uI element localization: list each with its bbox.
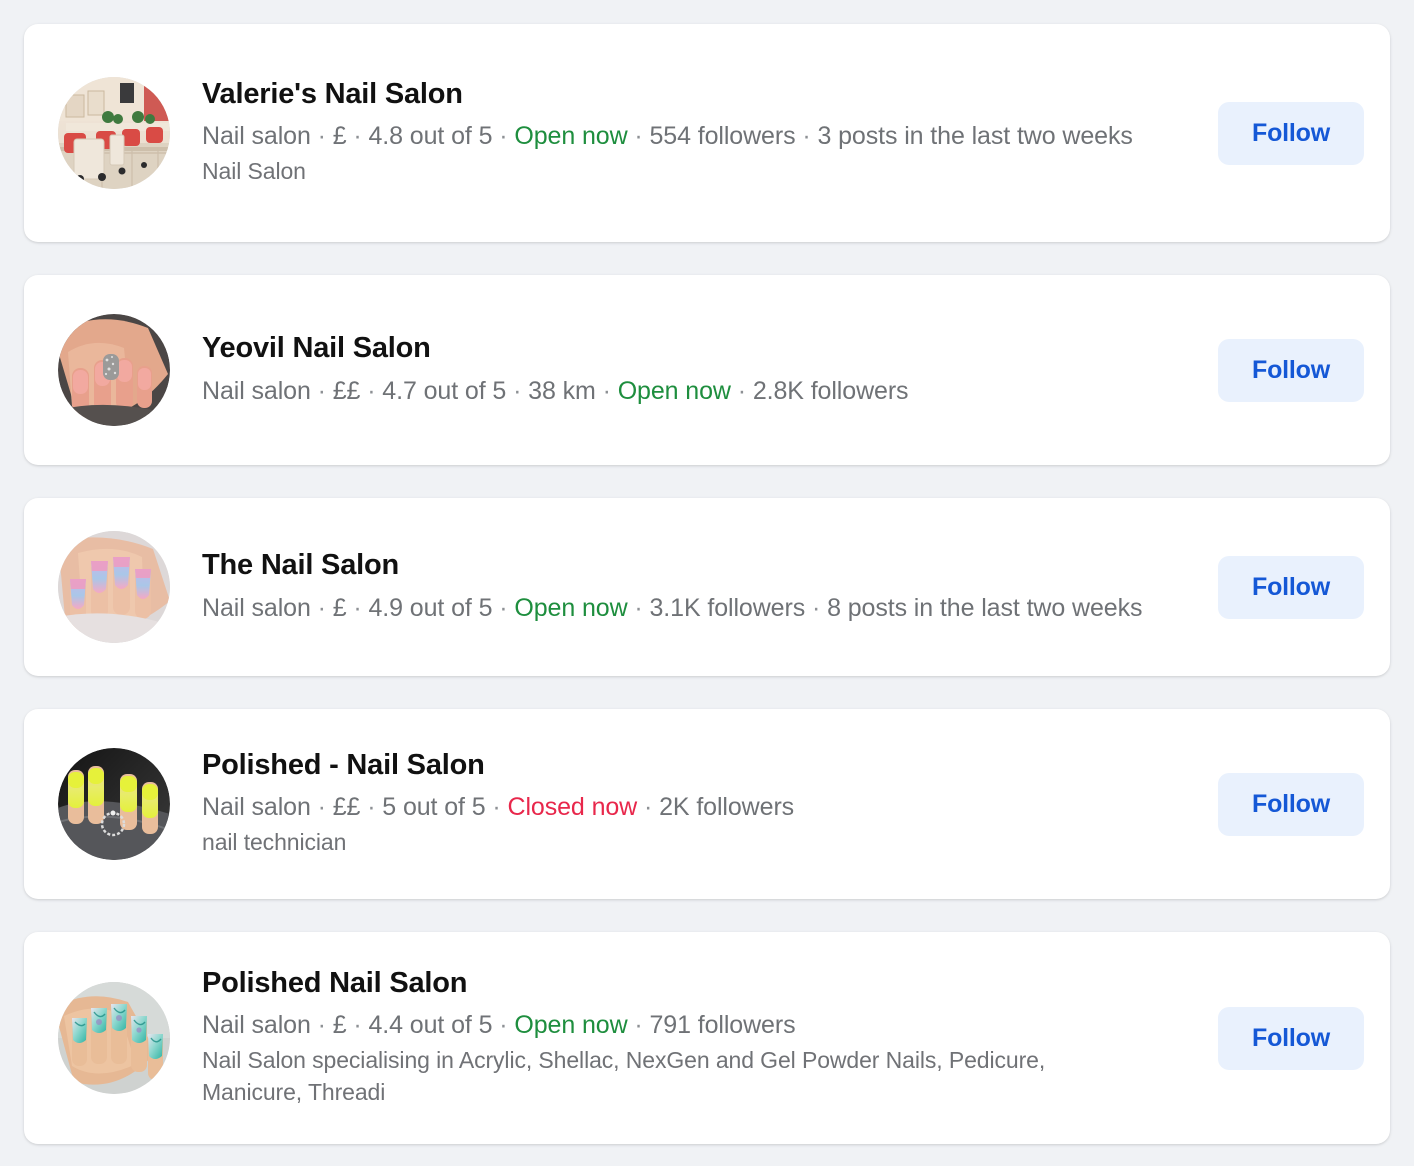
meta-separator: · [367,376,376,405]
followers-count: 791 followers [649,1011,796,1040]
category-label: Nail salon [202,1011,311,1040]
price-level: £ [332,593,347,622]
category-label: Nail salon [202,122,311,151]
price-level: ££ [332,376,361,405]
price-level: £ [332,122,347,151]
status-badge: Open now [514,593,628,622]
business-name: Polished - Nail Salon [202,748,485,781]
business-name: Yeovil Nail Salon [202,332,431,365]
status-badge: Closed now [507,793,638,822]
meta-separator: · [499,122,508,151]
meta-separator: · [811,593,821,622]
business-result-card[interactable]: The Nail Salon Nail salon · £ · 4.9 out … [24,498,1390,676]
business-info: Polished Nail Salon Nail salon · £ · 4.4… [170,967,1218,1109]
meta-separator: · [317,593,326,622]
business-description: Nail Salon specialising in Acrylic, Shel… [202,1047,1046,1106]
avatar[interactable] [58,982,170,1094]
meta-separator: · [513,376,522,405]
business-meta: Nail salon · £ · 4.8 out of 5 · Open now… [202,119,1157,153]
meta-separator: · [492,793,501,822]
meta-separator: · [317,1011,326,1040]
category-label: Nail salon [202,793,311,822]
business-name: Polished Nail Salon [202,967,468,1000]
business-result-card[interactable]: Polished - Nail Salon Nail salon · ££ · … [24,709,1390,899]
business-info: Valerie's Nail Salon Nail salon · £ · 4.… [170,78,1218,188]
business-result-card[interactable]: Yeovil Nail Salon Nail salon · ££ · 4.7 … [24,275,1390,465]
rating-label: 4.9 out of 5 [368,593,493,622]
meta-separator: · [602,376,611,405]
pastel-ombre-nails-photo-icon [58,531,170,643]
business-result-card[interactable]: Valerie's Nail Salon Nail salon · £ · 4.… [24,24,1390,242]
followers-count: 2K followers [659,793,795,822]
meta-separator: · [644,793,653,822]
avatar[interactable] [58,531,170,643]
price-level: £ [332,1011,347,1040]
followers-count: 2.8K followers [752,376,909,405]
follow-button[interactable]: Follow [1218,772,1364,836]
meta-separator: · [499,593,508,622]
follow-button[interactable]: Follow [1218,1006,1364,1070]
rating-label: 5 out of 5 [382,793,486,822]
business-results-list: Valerie's Nail Salon Nail salon · £ · 4.… [0,0,1414,1166]
meta-separator: · [353,593,362,622]
rating-label: 4.4 out of 5 [368,1011,493,1040]
follow-button[interactable]: Follow [1218,101,1364,165]
business-meta: Nail salon · ££ · 4.7 out of 5 · 38 km ·… [202,374,1157,408]
followers-count: 554 followers [649,122,796,151]
business-description: nail technician [202,829,347,856]
avatar[interactable] [58,77,170,189]
neon-yellow-nails-photo-icon [58,748,170,860]
meta-separator: · [634,122,643,151]
meta-separator: · [737,376,746,405]
business-meta: Nail salon · ££ · 5 out of 5 · Closed no… [202,790,1157,824]
salon-interior-photo-icon [58,77,170,189]
pink-glitter-nails-photo-icon [58,314,170,426]
avatar[interactable] [58,748,170,860]
status-badge: Open now [514,122,628,151]
avatar[interactable] [58,314,170,426]
price-level: ££ [332,793,361,822]
category-label: Nail salon [202,376,311,405]
category-label: Nail salon [202,593,311,622]
follow-button[interactable]: Follow [1218,338,1364,402]
meta-separator: · [317,376,326,405]
business-meta: Nail salon · £ · 4.9 out of 5 · Open now… [202,591,1157,625]
posts-count: 3 posts in the last two weeks [817,122,1133,151]
teal-marble-nails-photo-icon [58,982,170,1094]
posts-count: 8 posts in the last two weeks [827,593,1143,622]
business-info: The Nail Salon Nail salon · £ · 4.9 out … [170,549,1218,624]
meta-separator: · [353,122,362,151]
business-description: Nail Salon [202,158,306,185]
business-name: Valerie's Nail Salon [202,77,463,110]
meta-separator: · [317,122,326,151]
business-info: Polished - Nail Salon Nail salon · ££ · … [170,749,1218,859]
meta-separator: · [499,1011,508,1040]
meta-separator: · [367,793,376,822]
rating-label: 4.7 out of 5 [382,376,507,405]
business-info: Yeovil Nail Salon Nail salon · ££ · 4.7 … [170,332,1218,407]
business-result-card[interactable]: Polished Nail Salon Nail salon · £ · 4.4… [24,932,1390,1144]
meta-separator: · [634,1011,643,1040]
rating-label: 4.8 out of 5 [368,122,493,151]
business-meta: Nail salon · £ · 4.4 out of 5 · Open now… [202,1008,1157,1042]
meta-separator: · [634,593,643,622]
status-badge: Open now [514,1011,628,1040]
distance-label: 38 km [528,376,596,405]
meta-separator: · [353,1011,362,1040]
meta-separator: · [317,793,326,822]
followers-count: 3.1K followers [649,593,806,622]
status-badge: Open now [617,376,731,405]
follow-button[interactable]: Follow [1218,555,1364,619]
business-name: The Nail Salon [202,549,400,582]
meta-separator: · [802,122,811,151]
